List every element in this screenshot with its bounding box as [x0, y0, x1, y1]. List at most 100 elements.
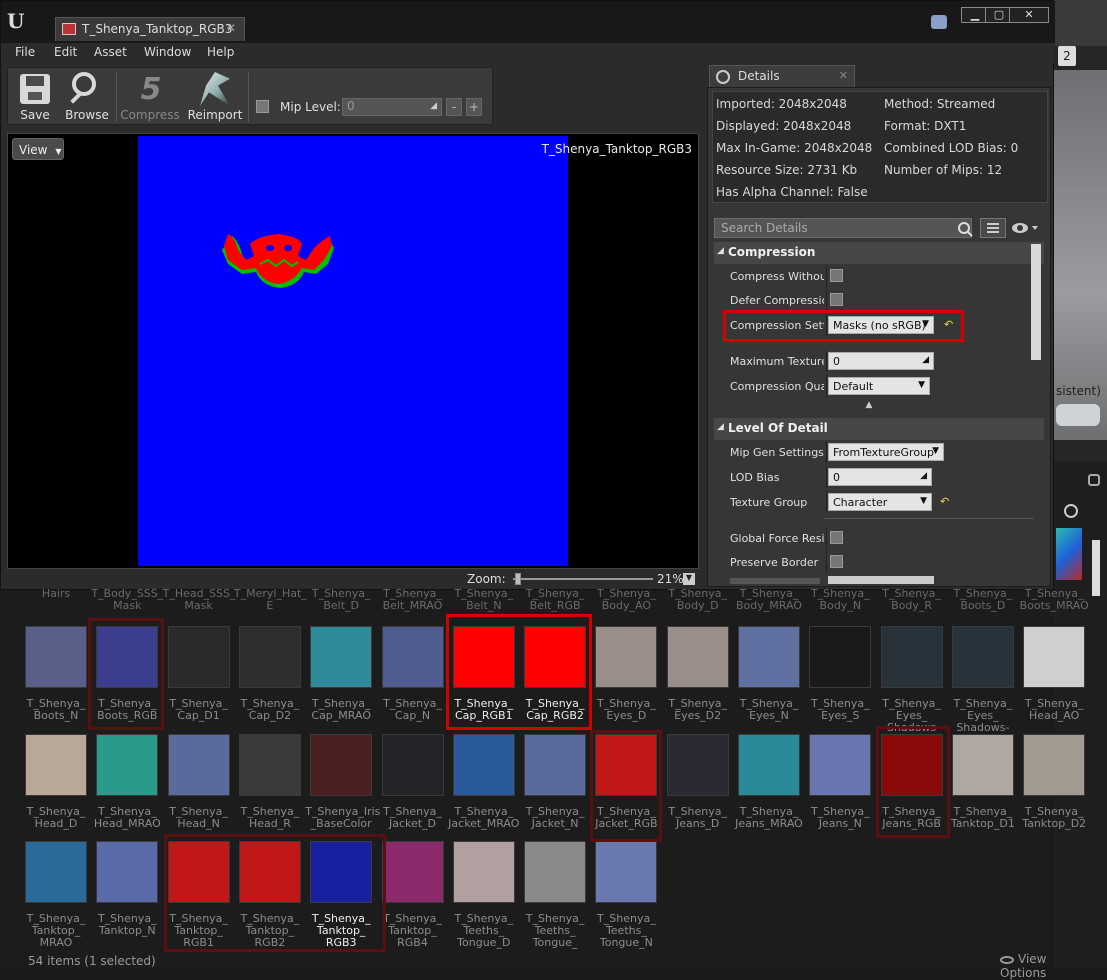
preserve-border-checkbox[interactable]: [830, 555, 843, 568]
asset-tile[interactable]: T_Shenya_ Tanktop_D1: [947, 734, 1019, 840]
asset-name: T_Shenya_ Body_N: [810, 587, 870, 612]
search-details-input[interactable]: Search Details: [714, 218, 973, 238]
asset-tile[interactable]: T_Shenya_ Tanktop_D2: [1018, 734, 1090, 840]
eye-icon[interactable]: [1010, 220, 1040, 236]
asset-tile[interactable]: T_Shenya_ Eyes_D: [590, 626, 662, 732]
view-dropdown[interactable]: View ▼: [12, 138, 64, 160]
menu-help[interactable]: Help: [207, 45, 234, 59]
asset-tile[interactable]: T_Shenya_ Eyes_S: [804, 626, 876, 732]
asset-tile[interactable]: T_Shenya_ Cap_N: [377, 626, 449, 732]
asset-thumbnail: [595, 626, 658, 688]
asset-tile[interactable]: T_Shenya_ Teeths_ Tongue_D: [448, 841, 520, 949]
badge-2[interactable]: 2: [1058, 46, 1076, 66]
view-options-button[interactable]: View Options: [1000, 952, 1054, 980]
list-view-button[interactable]: [980, 218, 1006, 238]
asset-thumbnail: [595, 841, 658, 903]
asset-name: T_Shenya_ Cap_MRAO: [311, 697, 371, 722]
asset-tile[interactable]: T_Shenya_ Jeans_N: [804, 734, 876, 840]
zoom-slider-thumb[interactable]: [515, 573, 521, 585]
mip-level-checkbox[interactable]: [256, 100, 269, 113]
asset-tile[interactable]: T_Shenya_ Eyes_ Shadows-: [947, 626, 1019, 734]
reset-to-default-icon[interactable]: ↶: [940, 495, 949, 508]
document-tab[interactable]: T_Shenya_Tanktop_RGB3 ✕: [55, 17, 245, 41]
compress-without-checkbox[interactable]: [830, 269, 843, 282]
asset-name: T_Shenya_ Eyes_ Shadows-: [953, 697, 1013, 734]
search-icon[interactable]: [1064, 504, 1078, 518]
asset-tile[interactable]: T_Shenya_ Tanktop_ RGB4: [377, 841, 449, 949]
defer-compression-checkbox[interactable]: [830, 293, 843, 306]
mip-plus-button[interactable]: +: [466, 98, 482, 116]
advanced-expander[interactable]: ▲: [714, 400, 1024, 414]
asset-tile[interactable]: T_Shenya_ Cap_MRAO: [305, 626, 377, 732]
asset-tile[interactable]: T_Shenya_ Cap_D2: [234, 626, 306, 732]
texture-editor-window: U T_Shenya_Tanktop_RGB3 ✕ ▁ ▢ ✕ File Edi…: [0, 0, 1055, 590]
category-level-of-detail[interactable]: ◢ Level Of Detail: [714, 418, 1044, 440]
asset-tile[interactable]: T_Shenya_ Jacket_N: [519, 734, 591, 840]
global-force-resident-checkbox[interactable]: [830, 531, 843, 544]
asset-thumbnail: [381, 626, 444, 688]
asset-tile[interactable]: T_Shenya_ Tanktop_ MRAO: [20, 841, 92, 949]
prop-preserve-border: Preserve Border: [730, 556, 819, 569]
asset-tile[interactable]: T_Shenya_ Eyes_N: [733, 626, 805, 732]
asset-tile[interactable]: T_Shenya_ Jeans_MRAO: [733, 734, 805, 840]
selection-highlight: [590, 730, 662, 842]
asset-name: T_Shenya_ Jacket_N: [525, 805, 585, 830]
save-button[interactable]: Save: [8, 70, 62, 124]
lod-bias-field[interactable]: 0 ◢: [828, 468, 932, 486]
asset-tile[interactable]: T_Shenya_ Head_AO: [1018, 626, 1090, 732]
mip-gen-settings-combo[interactable]: FromTextureGroup ▼: [828, 443, 944, 461]
asset-tile[interactable]: T_Shenya_ Head_R: [234, 734, 306, 840]
zoom-dropdown-icon[interactable]: ▼: [683, 573, 695, 585]
asset-tile[interactable]: T_Shenya_ Teeths_ Tongue_: [519, 841, 591, 949]
asset-tile[interactable]: T_Shenya_ Eyes_ Shadows: [876, 626, 948, 734]
category-compression[interactable]: ◢ Compression: [714, 242, 1044, 264]
reimport-button[interactable]: Reimport: [184, 70, 246, 124]
info-method: Method: Streamed: [884, 97, 996, 111]
asset-tile[interactable]: T_Shenya_ Cap_D1: [163, 626, 235, 732]
details-tab[interactable]: Details ✕: [709, 65, 855, 87]
texture-viewport[interactable]: View ▼ T_Shenya_Tanktop_RGB3: [7, 133, 699, 569]
close-window-button[interactable]: ✕: [1009, 7, 1049, 23]
menu-file[interactable]: File: [15, 45, 35, 59]
asset-thumbnail: [310, 734, 373, 796]
asset-tile[interactable]: T_Shenya_ Tanktop_N: [91, 841, 163, 947]
asset-thumbnail: [524, 734, 587, 796]
asset-thumbnail: [666, 626, 729, 688]
maximum-texture-field[interactable]: 0 ◢: [828, 352, 934, 370]
browse-button[interactable]: Browse: [60, 70, 114, 124]
menu-window[interactable]: Window: [144, 45, 191, 59]
reimport-icon: [200, 72, 230, 106]
prop-texture-group: Texture Group: [730, 496, 808, 509]
close-tab-icon[interactable]: ✕: [226, 21, 236, 35]
asset-tile[interactable]: T_Shenya_ Jacket_MRAO: [448, 734, 520, 840]
asset-tile[interactable]: T_Shenya_ Head_N: [163, 734, 235, 840]
menu-edit[interactable]: Edit: [54, 45, 77, 59]
zoom-slider-track[interactable]: [513, 578, 653, 580]
asset-thumbnail: [951, 734, 1014, 796]
asset-tile[interactable]: T_Shenya_ Eyes_D2: [662, 626, 734, 732]
chevron-down-icon: ▼: [920, 496, 927, 506]
texture-group-combo[interactable]: Character ▼: [828, 493, 932, 511]
title-bar: U T_Shenya_Tanktop_RGB3 ✕ ▁ ▢ ✕: [1, 1, 1055, 43]
compression-quality-combo[interactable]: Default ▼: [828, 377, 930, 395]
info-has-alpha: Has Alpha Channel: False: [716, 185, 868, 199]
menu-asset[interactable]: Asset: [94, 45, 127, 59]
asset-tile[interactable]: T_Shenya_ Jacket_D: [377, 734, 449, 840]
asset-thumbnail: [238, 626, 301, 688]
close-details-icon[interactable]: ✕: [839, 69, 848, 82]
details-scrollbar[interactable]: [1031, 244, 1041, 360]
mip-level-field[interactable]: 0 ◢: [342, 98, 442, 116]
search-icon[interactable]: [957, 221, 973, 237]
asset-tile[interactable]: T_Shenya_ Teeths_ Tongue_N: [590, 841, 662, 949]
asset-tile[interactable]: T_Shenya_ Head_D: [20, 734, 92, 840]
scrollbar[interactable]: [1092, 540, 1100, 596]
asset-tile[interactable]: T_Shenya_Iris _BaseColor: [305, 734, 380, 840]
asset-tile[interactable]: T_Shenya_ Head_MRAO: [91, 734, 163, 840]
asset-tile[interactable]: T_Shenya_ Boots_N: [20, 626, 92, 732]
background-field[interactable]: [1056, 404, 1100, 426]
asset-name: T_Shenya_ Body_AO: [597, 587, 656, 612]
lock-icon[interactable]: [1088, 474, 1100, 486]
compress-button[interactable]: 5 Compress: [120, 70, 180, 124]
asset-tile[interactable]: T_Shenya_ Jeans_D: [662, 734, 734, 840]
mip-minus-button[interactable]: -: [446, 98, 462, 116]
